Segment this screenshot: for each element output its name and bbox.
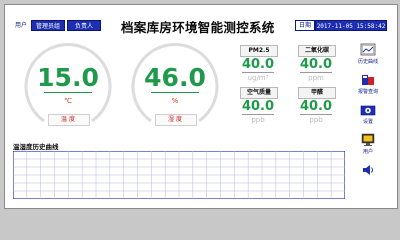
temperature-label: 温度	[48, 114, 90, 126]
temperature-unit: ℃	[64, 97, 72, 105]
co2-sensor: 二氧化碳 40.0 ppm	[293, 45, 339, 89]
sensor-value: 40.0	[299, 57, 333, 72]
user-role-field[interactable]: 管理员组	[31, 20, 66, 31]
chart-title: 温湿度历史曲线	[13, 143, 59, 151]
nav-history-label: 历史曲线	[357, 59, 378, 65]
air-quality-sensor: 空气质量 40.0 ppb	[235, 87, 281, 131]
sensor-label: 甲醛	[298, 87, 336, 99]
humidity-label: 湿度	[155, 114, 197, 126]
temperature-gauge: 15.0 ℃ 温度	[18, 35, 118, 135]
nav-history-button[interactable]: 历史曲线	[353, 41, 383, 67]
sensor-label: 二氧化碳	[298, 45, 336, 57]
sensor-divider	[242, 114, 274, 115]
sensor-unit: ppb	[251, 116, 265, 124]
gauge-divider	[151, 92, 199, 93]
history-chart	[12, 150, 346, 200]
sensor-value: 40.0	[241, 99, 275, 114]
monitor-icon	[361, 133, 375, 146]
nav-sound-button[interactable]	[353, 161, 383, 187]
nav-user-label: 用户	[362, 149, 373, 155]
user-name-field[interactable]: 负责人	[67, 20, 102, 31]
date-bar: 日期 2017-11-05 15:58:42	[295, 20, 388, 31]
user-label: 用户	[15, 22, 28, 29]
sensor-unit: ppb	[309, 116, 323, 124]
sensor-divider	[242, 72, 274, 73]
history-chart-grid	[12, 150, 346, 200]
nav-alarm-button[interactable]: 报警查询	[353, 71, 383, 97]
nav-settings-label: 设置	[362, 119, 373, 125]
sensor-label: PM2.5	[240, 45, 278, 57]
sensor-label: 空气质量	[240, 87, 278, 99]
sensor-divider	[300, 72, 332, 73]
sensor-unit: ppm	[308, 74, 324, 82]
pm25-sensor: PM2.5 40.0 ug/m³	[235, 45, 281, 89]
date-label: 日期	[295, 20, 316, 31]
settings-icon	[360, 105, 376, 116]
humidity-gauge: 46.0 % 湿度	[125, 35, 225, 135]
gauge-divider	[44, 92, 92, 93]
speaker-icon	[363, 165, 373, 175]
nav-alarm-label: 报警查询	[357, 89, 378, 95]
formaldehyde-sensor: 甲醛 40.0 ppb	[293, 87, 339, 131]
humidity-unit: %	[171, 97, 179, 105]
user-bar: 用户 管理员组 负责人	[13, 20, 102, 31]
sensor-divider	[300, 114, 332, 115]
hmi-screen: 用户 管理员组 负责人 档案库房环境智能测控系统 日期 2017-11-05 1…	[4, 4, 398, 209]
alarm-icon	[362, 75, 374, 85]
chart-icon	[360, 43, 376, 56]
app-title: 档案库房环境智能测控系统	[121, 20, 275, 35]
sensor-value: 40.0	[241, 57, 275, 72]
humidity-value: 46.0	[144, 63, 206, 92]
nav-settings-button[interactable]: 设置	[353, 101, 383, 127]
nav-user-button[interactable]: 用户	[353, 131, 383, 157]
date-value: 2017-11-05 15:58:42	[315, 20, 388, 31]
sensor-unit: ug/m³	[247, 74, 269, 82]
sensor-value: 40.0	[299, 99, 333, 114]
temperature-value: 15.0	[37, 63, 99, 92]
